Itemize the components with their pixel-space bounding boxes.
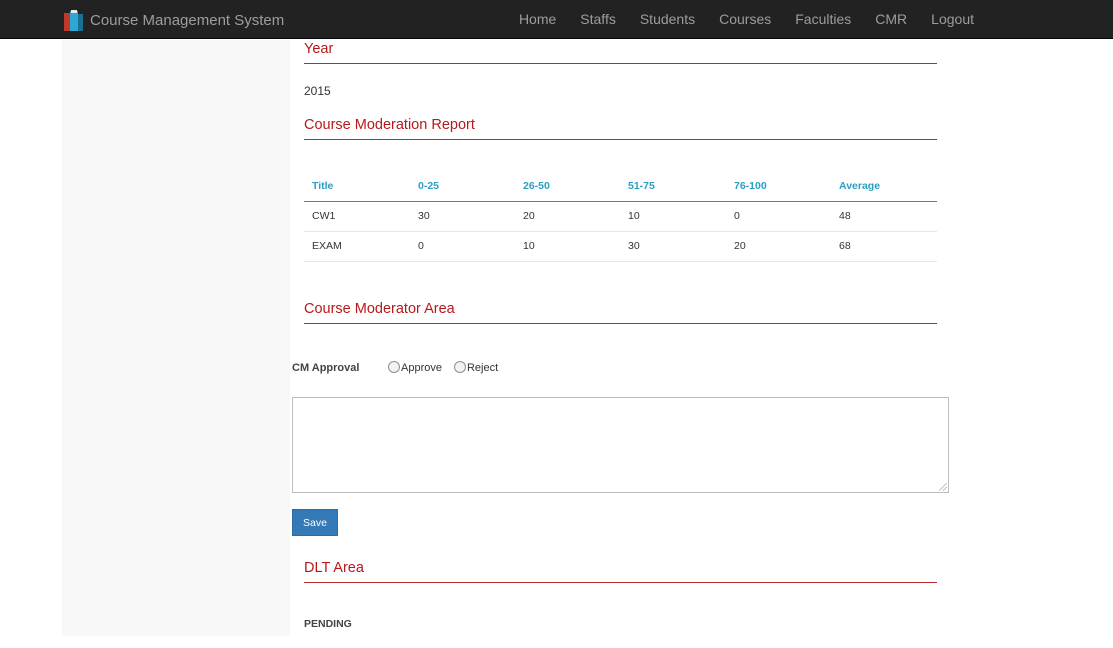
cell-51-75: 10 bbox=[620, 201, 726, 232]
column-header-title: Title bbox=[304, 172, 410, 202]
cm-approval-row: CM Approval Approve Reject bbox=[292, 360, 510, 376]
column-header-76-100: 76-100 bbox=[726, 172, 831, 202]
cell-76-100: 0 bbox=[726, 201, 831, 232]
reject-option[interactable]: Reject bbox=[453, 361, 499, 374]
cell-0-25: 0 bbox=[410, 231, 515, 262]
table-row: CW1 30 20 10 0 48 bbox=[304, 201, 937, 232]
dlt-status: PENDING bbox=[304, 618, 352, 630]
reject-radio[interactable] bbox=[453, 361, 466, 373]
moderation-report-table: Title 0-25 26-50 51-75 76-100 Average CW… bbox=[304, 172, 937, 262]
approve-option[interactable]: Approve bbox=[388, 361, 442, 374]
table-header-row: Title 0-25 26-50 51-75 76-100 Average bbox=[304, 172, 937, 202]
column-header-51-75: 51-75 bbox=[620, 172, 726, 202]
cm-approval-label: CM Approval bbox=[292, 362, 360, 374]
table-row: EXAM 0 10 30 20 68 bbox=[304, 231, 937, 262]
cell-title: CW1 bbox=[304, 201, 410, 232]
cell-average: 48 bbox=[831, 201, 937, 232]
approve-label: Approve bbox=[401, 362, 442, 374]
dlt-heading: DLT Area bbox=[304, 560, 937, 583]
cell-average: 68 bbox=[831, 231, 937, 262]
reject-label: Reject bbox=[466, 362, 499, 374]
report-heading: Course Moderation Report bbox=[304, 117, 937, 140]
year-heading: Year bbox=[304, 41, 937, 64]
cell-76-100: 20 bbox=[726, 231, 831, 262]
approve-radio[interactable] bbox=[388, 361, 400, 373]
cell-title: EXAM bbox=[304, 231, 410, 262]
comment-textarea[interactable] bbox=[292, 397, 949, 493]
moderator-heading: Course Moderator Area bbox=[304, 301, 937, 324]
cell-0-25: 30 bbox=[410, 201, 515, 232]
year-value: 2015 bbox=[304, 84, 331, 98]
main-content: Year 2015 Course Moderation Report Title… bbox=[0, 0, 1113, 648]
cell-26-50: 10 bbox=[515, 231, 620, 262]
cell-51-75: 30 bbox=[620, 231, 726, 262]
column-header-average: Average bbox=[831, 172, 937, 202]
save-button[interactable]: Save bbox=[292, 509, 338, 536]
column-header-0-25: 0-25 bbox=[410, 172, 515, 202]
cell-26-50: 20 bbox=[515, 201, 620, 232]
column-header-26-50: 26-50 bbox=[515, 172, 620, 202]
